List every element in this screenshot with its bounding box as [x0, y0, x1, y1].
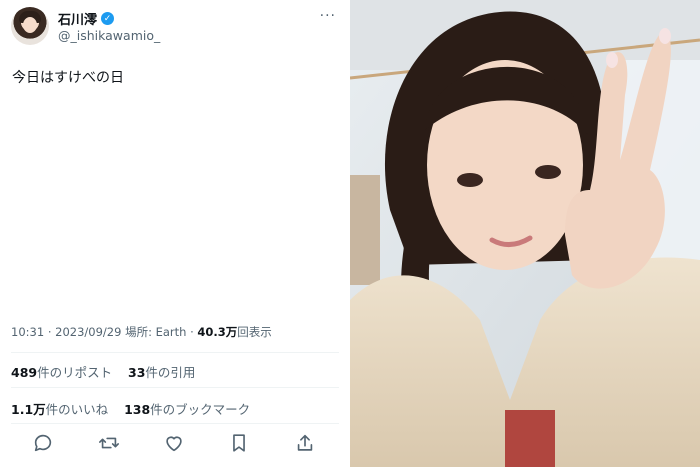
- views-label: 回表示: [237, 325, 272, 339]
- quotes-label: 件の引用: [145, 365, 196, 380]
- bookmarks-label: 件のブックマーク: [150, 402, 251, 417]
- bookmarks-stat[interactable]: 138件のブックマーク: [124, 402, 250, 417]
- location-label: 場所:: [125, 325, 152, 339]
- tweet-photo[interactable]: [350, 0, 700, 467]
- reposts-stat[interactable]: 489件のリポスト: [11, 365, 112, 380]
- tweet-photo-image: [350, 0, 700, 467]
- reply-icon[interactable]: [32, 432, 54, 454]
- divider: [11, 352, 339, 353]
- likes-stat[interactable]: 1.1万件のいいね: [11, 402, 108, 417]
- more-options-icon[interactable]: ···: [320, 8, 336, 24]
- reposts-label: 件のリポスト: [37, 365, 113, 380]
- bookmark-icon[interactable]: [228, 432, 250, 454]
- like-bookmark-stats: 1.1万件のいいね 138件のブックマーク: [11, 399, 250, 418]
- author-name-row: 石川澪 ✓: [58, 9, 115, 28]
- divider: [11, 423, 339, 424]
- share-icon[interactable]: [294, 432, 316, 454]
- likes-count: 1.1万: [11, 402, 46, 417]
- tweet-date[interactable]: 2023/09/29: [55, 325, 121, 339]
- retweet-icon[interactable]: [98, 432, 120, 454]
- avatar-face: [23, 17, 37, 33]
- bookmarks-count: 138: [124, 402, 151, 417]
- tweet-card: 石川澪 ✓ @_ishikawamio_ ··· 今日はすけべの日 10:31 …: [0, 0, 350, 467]
- like-icon[interactable]: [163, 432, 185, 454]
- reposts-count: 489: [11, 365, 38, 380]
- avatar[interactable]: [11, 7, 49, 45]
- tweet-text: 今日はすけべの日: [12, 70, 124, 86]
- meta-separator-2: ·: [190, 325, 194, 339]
- views-count: 40.3万: [197, 325, 238, 339]
- display-name[interactable]: 石川澪: [58, 9, 97, 28]
- divider: [11, 387, 339, 388]
- meta-separator: ·: [47, 325, 52, 339]
- tweet-time[interactable]: 10:31: [11, 325, 44, 339]
- location-value: Earth: [155, 325, 187, 339]
- user-handle[interactable]: @_ishikawamio_: [58, 28, 160, 43]
- likes-label: 件のいいね: [45, 402, 109, 417]
- repost-quote-stats: 489件のリポスト 33件の引用: [11, 362, 195, 381]
- tweet-meta: 10:31 · 2023/09/29 場所: Earth · 40.3万回表示: [11, 324, 272, 340]
- quotes-stat[interactable]: 33件の引用: [128, 365, 195, 380]
- action-bar: [0, 432, 350, 456]
- verified-badge-icon: ✓: [101, 12, 115, 25]
- quotes-count: 33: [128, 365, 146, 380]
